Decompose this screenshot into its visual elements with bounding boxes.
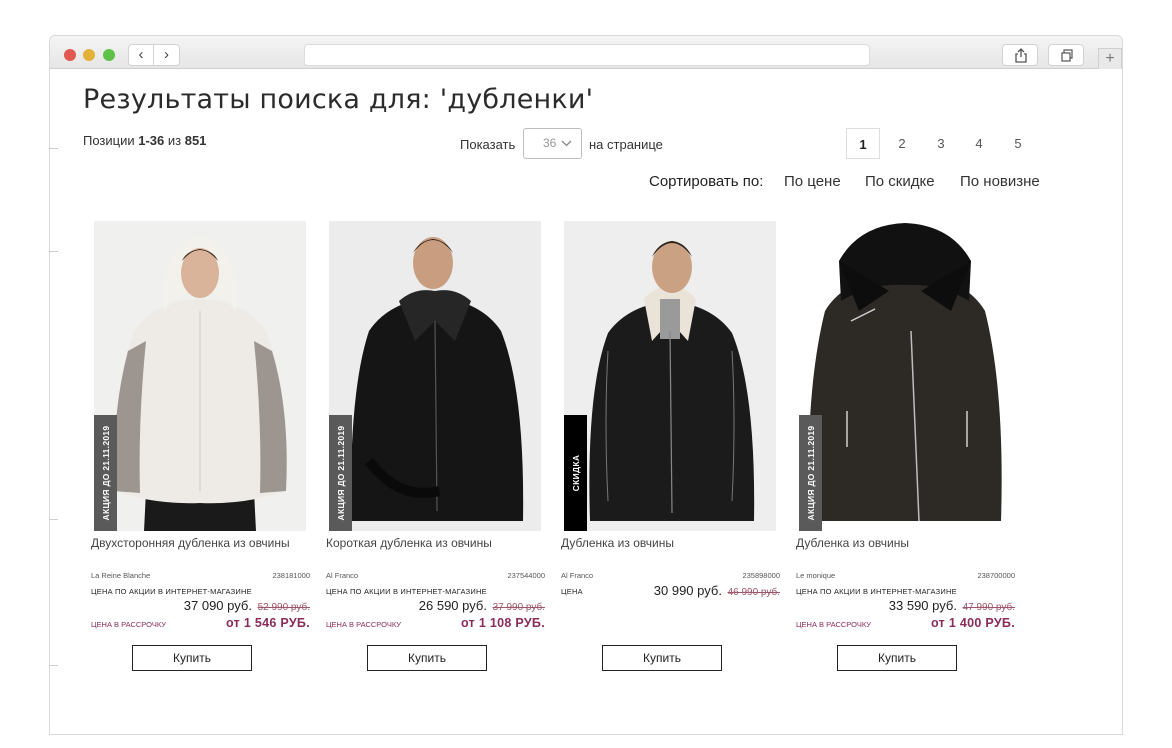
price-row: 33 590 руб. 47 990 руб. [889,598,1015,613]
sort-label: Сортировать по: [649,173,764,190]
back-button[interactable]: ‹ [128,44,154,66]
page-link-3[interactable]: 3 [924,128,958,159]
installment-price: от 1 546 РУБ. [226,616,310,630]
price-row: 26 590 руб. 37 990 руб. [419,598,545,613]
promo-badge: АКЦИЯ ДО 21.11.2019 [799,415,822,531]
product-brand: La Reine Blanche [91,571,151,580]
discount-badge: СКИДКА [564,415,587,531]
product-image[interactable] [94,221,306,531]
product-sku: 235898000 [742,571,780,580]
side-divider [49,251,58,252]
buy-button[interactable]: Купить [367,645,487,671]
current-price: 30 990 руб. [653,583,722,598]
tabs-overview-button[interactable] [1048,44,1084,66]
price-label: ЦЕНА [561,587,583,596]
product-brand: Al Franco [326,571,359,580]
promo-badge: АКЦИЯ ДО 21.11.2019 [94,415,117,531]
current-price: 26 590 руб. [418,598,487,613]
positions-total: 851 [184,133,207,148]
new-tab-button[interactable]: + [1098,48,1122,69]
installment-label: ЦЕНА В РАССРОЧКУ [796,620,872,629]
product-brand: Le monique [796,571,836,580]
product-image[interactable] [564,221,776,531]
share-button[interactable] [1002,44,1038,66]
product-name[interactable]: Дубленка из овчины [561,536,674,550]
side-divider [49,148,58,149]
product-card: СКИДКА Дубленка из овчины Al Franco 2358… [561,221,796,681]
buy-button[interactable]: Купить [837,645,957,671]
product-sku: 237544000 [507,571,545,580]
page-link-5[interactable]: 5 [1001,128,1035,159]
buy-button[interactable]: Купить [132,645,252,671]
product-name[interactable]: Короткая дубленка из овчины [326,536,492,550]
price-label: ЦЕНА ПО АКЦИИ В ИНТЕРНЕТ-МАГАЗИНЕ [796,587,957,596]
forward-button[interactable]: › [154,44,180,66]
price-row: 37 090 руб. 52 990 руб. [184,598,310,613]
installment-price: от 1 400 РУБ. [931,616,1015,630]
product-sku: 238700000 [977,571,1015,580]
price-label: ЦЕНА ПО АКЦИИ В ИНТЕРНЕТ-МАГАЗИНЕ [326,587,487,596]
promo-badge: АКЦИЯ ДО 21.11.2019 [329,415,352,531]
price-row: 30 990 руб. 46 990 руб. [654,583,780,598]
address-bar[interactable] [304,44,870,66]
installment-price: от 1 108 РУБ. [461,616,545,630]
show-label: Показать [460,137,516,152]
buy-button[interactable]: Купить [602,645,722,671]
product-card: АКЦИЯ ДО 21.11.2019 Короткая дубленка из… [326,221,561,681]
share-icon [1015,48,1027,63]
positions-prefix: Позиции [83,133,139,148]
positions-range: 1-36 [138,133,165,148]
side-divider [49,665,58,666]
current-price: 33 590 руб. [888,598,957,613]
product-image[interactable] [799,221,1011,531]
old-price: 52 990 руб. [257,602,310,613]
page-link-2[interactable]: 2 [885,128,919,159]
current-price: 37 090 руб. [183,598,252,613]
sort-by-price[interactable]: По цене [784,173,841,190]
zoom-window-dot[interactable] [103,49,115,61]
product-name[interactable]: Двухсторонняя дубленка из овчины [91,536,290,550]
positions-counter: Позиции 1-36 из 851 [83,133,206,148]
sort-by-discount[interactable]: По скидке [865,173,935,190]
per-page-select[interactable]: 36 [523,128,582,159]
page-link-4[interactable]: 4 [962,128,996,159]
chevron-down-icon [561,129,572,169]
old-price: 46 990 руб. [727,587,780,598]
product-card: АКЦИЯ ДО 21.11.2019 Дубленка из овчины L… [796,221,1031,681]
side-divider [49,519,58,520]
page-title: Результаты поиска для: 'дубленки' [83,84,594,115]
browser-toolbar: ‹ › + [50,36,1122,69]
per-page-value: 36 [543,136,557,150]
minimize-window-dot[interactable] [83,49,95,61]
product-sku: 238181000 [272,571,310,580]
sort-by-newest[interactable]: По новизне [960,173,1040,190]
old-price: 47 990 руб. [962,602,1015,613]
close-window-dot[interactable] [64,49,76,61]
tabs-icon [1061,49,1073,62]
installment-label: ЦЕНА В РАССРОЧКУ [91,620,167,629]
price-label: ЦЕНА ПО АКЦИИ В ИНТЕРНЕТ-МАГАЗИНЕ [91,587,252,596]
product-card: АКЦИЯ ДО 21.11.2019 Двухсторонняя дублен… [91,221,326,681]
product-image[interactable] [329,221,541,531]
positions-of: из [164,133,185,148]
page-link-1[interactable]: 1 [846,128,880,159]
product-name[interactable]: Дубленка из овчины [796,536,909,550]
per-page-suffix: на странице [589,137,663,152]
product-brand: Al Franco [561,571,594,580]
installment-label: ЦЕНА В РАССРОЧКУ [326,620,402,629]
old-price: 37 990 руб. [492,602,545,613]
